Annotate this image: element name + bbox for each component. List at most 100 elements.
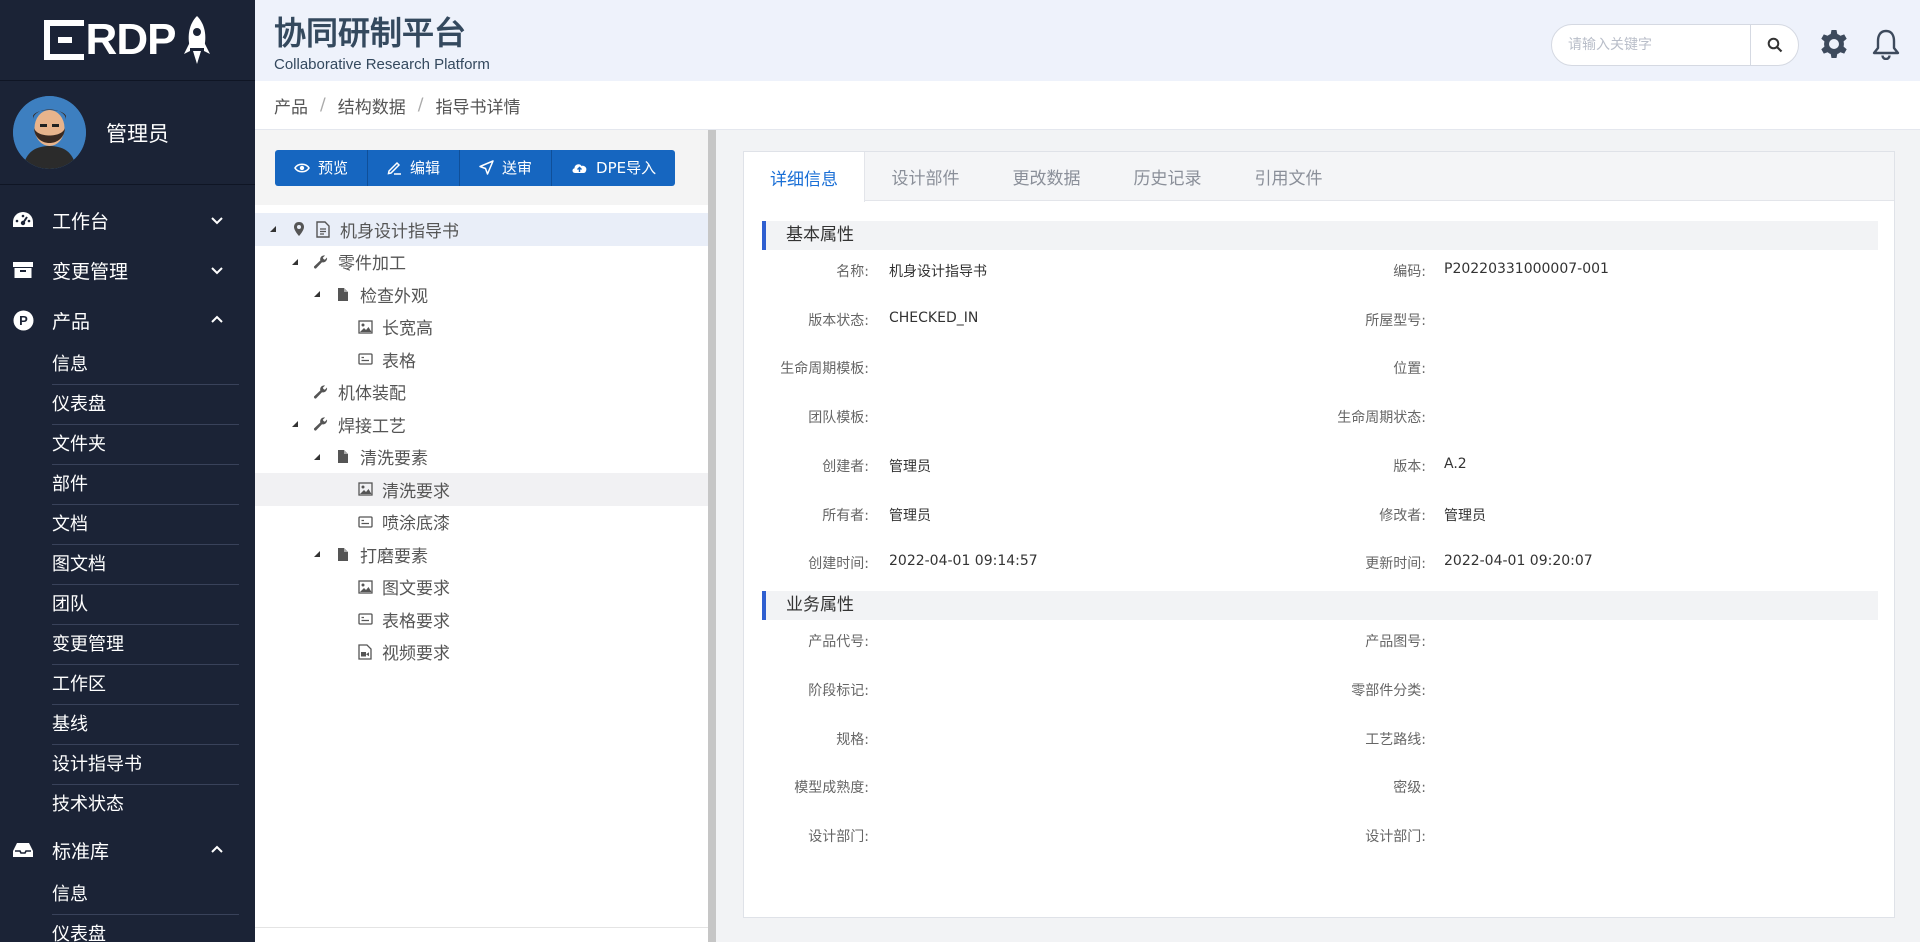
breadcrumb-item[interactable]: 结构数据 (338, 93, 406, 118)
horizontal-scrollbar[interactable] (255, 927, 708, 942)
archive-icon (12, 259, 34, 281)
tab-design-parts[interactable]: 设计部件 (865, 152, 986, 201)
top-header: 协同研制平台 Collaborative Research Platform (255, 0, 1920, 81)
tab-change-data[interactable]: 更改数据 (986, 152, 1107, 201)
sidebar-item-change-management[interactable]: 变更管理 (52, 625, 239, 665)
tree-node[interactable]: 焊接工艺 (255, 408, 708, 441)
search-button[interactable] (1750, 25, 1798, 65)
field-value: 机身设计指导书 (889, 264, 987, 280)
preview-button[interactable]: 预览 (275, 149, 369, 186)
sidebar-item-baseline[interactable]: 基线 (52, 705, 239, 745)
breadcrumb-item[interactable]: 产品 (274, 93, 308, 118)
breadcrumb-separator: / (320, 95, 326, 115)
sidebar-item-std-dashboard[interactable]: 仪表盘 (52, 915, 239, 942)
tab-history[interactable]: 历史记录 (1107, 152, 1228, 201)
menu-head-workbench[interactable]: 工作台 (0, 195, 255, 245)
tree-node-label: 清洗要求 (382, 481, 450, 502)
section-title-basic: 基本属性 (762, 221, 1878, 250)
tree-node[interactable]: 清洗要素 (255, 441, 708, 474)
tree-node[interactable]: 打磨要素 (255, 538, 708, 571)
dpe-import-button[interactable]: DPE导入 (552, 149, 676, 186)
tree-node[interactable]: 检查外观 (255, 278, 708, 311)
menu-head-standard-library[interactable]: 标准库 (0, 825, 255, 875)
field-value: 管理员 (889, 459, 931, 475)
field-label: 团队模板: (808, 410, 869, 426)
tree-node[interactable]: 视频要求 (255, 636, 708, 669)
menu-head-product[interactable]: P 产品 (0, 295, 255, 345)
expand-arrow-icon[interactable] (290, 257, 300, 267)
sidebar-item-std-info[interactable]: 信息 (52, 875, 239, 915)
avatar (13, 96, 86, 169)
image-icon (356, 318, 374, 336)
tab-details[interactable]: 详细信息 (744, 152, 865, 202)
sidebar-item-team[interactable]: 团队 (52, 585, 239, 625)
tree-node[interactable]: 清洗要求 (255, 473, 708, 506)
send-review-button[interactable]: 送审 (460, 149, 553, 186)
sidebar-item-design-guide[interactable]: 设计指导书 (52, 745, 239, 785)
expand-arrow-icon[interactable] (268, 224, 278, 234)
tree-node[interactable]: 长宽高 (255, 311, 708, 344)
submenu-standard-library: 信息 仪表盘 (0, 875, 255, 942)
tree-node-label: 机身设计指导书 (340, 221, 459, 242)
expand-arrow-icon[interactable] (312, 452, 322, 462)
file-icon (334, 448, 352, 466)
tree-node[interactable]: 喷涂底漆 (255, 506, 708, 539)
sidebar-item-info[interactable]: 信息 (52, 345, 239, 385)
field-label: 创建时间: (808, 556, 869, 572)
tree-node-label: 清洗要素 (360, 449, 428, 470)
field-label: 设计部门: (808, 829, 869, 845)
sidebar-item-parts[interactable]: 部件 (52, 465, 239, 505)
chevron-down-icon (211, 217, 223, 225)
sidebar-item-documents[interactable]: 文档 (52, 505, 239, 545)
tree-panel: 预览 编辑 送审 DPE导入 机身设计指导书 零件加工 检查外观 长宽高 表格 … (255, 130, 708, 942)
expand-arrow-icon[interactable] (312, 289, 322, 299)
tree-node[interactable]: 机身设计指导书 (255, 213, 708, 246)
field-label: 设计部门: (1365, 829, 1426, 845)
sidebar-item-folder[interactable]: 文件夹 (52, 425, 239, 465)
cloud-upload-icon (572, 163, 587, 173)
field-value: A.2 (1444, 456, 1467, 472)
sidebar-item-drawings[interactable]: 图文档 (52, 545, 239, 585)
tab-reference-files[interactable]: 引用文件 (1228, 152, 1349, 201)
user-profile[interactable]: 管理员 (0, 81, 255, 185)
field-row: 所有者: 管理员 修改者: 管理员 (744, 505, 1894, 525)
menu-group-change: 变更管理 (0, 245, 255, 295)
wrench-icon (312, 383, 330, 401)
tree-node[interactable]: 图文要求 (255, 571, 708, 604)
edit-button[interactable]: 编辑 (368, 149, 461, 186)
field-label: 生命周期模板: (780, 361, 869, 377)
field-value: 2022-04-01 09:20:07 (1444, 553, 1593, 569)
tree-node[interactable]: 表格 (255, 343, 708, 376)
send-icon (479, 160, 494, 175)
menu-label: 产品 (52, 310, 91, 333)
field-label: 模型成熟度: (794, 780, 869, 796)
image-icon (356, 480, 374, 498)
gear-icon[interactable] (1818, 28, 1850, 60)
field-label: 所有者: (822, 508, 869, 524)
panel-splitter[interactable] (708, 130, 716, 942)
field-label: 所屋型号: (1365, 313, 1426, 329)
tree-node-label: 打磨要素 (360, 546, 428, 567)
sidebar: RDP 管理员 工作台 变更管理 P 产品 信息 仪表盘 文件夹 部件 文档 图… (0, 0, 255, 942)
expand-arrow-icon[interactable] (290, 419, 300, 429)
menu-head-change-management[interactable]: 变更管理 (0, 245, 255, 295)
preview-label: 预览 (318, 159, 349, 177)
tree-node-label: 喷涂底漆 (382, 514, 450, 535)
sidebar-item-workspace[interactable]: 工作区 (52, 665, 239, 705)
sidebar-item-tech-status[interactable]: 技术状态 (52, 785, 239, 825)
tree-node[interactable]: 机体装配 (255, 376, 708, 409)
field-row: 产品代号: 产品图号: (744, 631, 1894, 651)
edit-icon (387, 161, 402, 175)
field-row: 版本状态: CHECKED_IN 所屋型号: (744, 310, 1894, 330)
toolbar-button-group: 预览 编辑 送审 DPE导入 (275, 149, 676, 186)
search-input[interactable] (1552, 25, 1750, 65)
tree-node[interactable]: 表格要求 (255, 603, 708, 636)
table-icon (356, 610, 374, 628)
search-icon (1767, 37, 1782, 53)
sidebar-item-dashboard[interactable]: 仪表盘 (52, 385, 239, 425)
expand-arrow-icon[interactable] (312, 549, 322, 559)
bell-icon[interactable] (1870, 28, 1902, 60)
logo[interactable]: RDP (0, 0, 255, 81)
section-title-business: 业务属性 (762, 591, 1878, 620)
tree-node[interactable]: 零件加工 (255, 246, 708, 279)
